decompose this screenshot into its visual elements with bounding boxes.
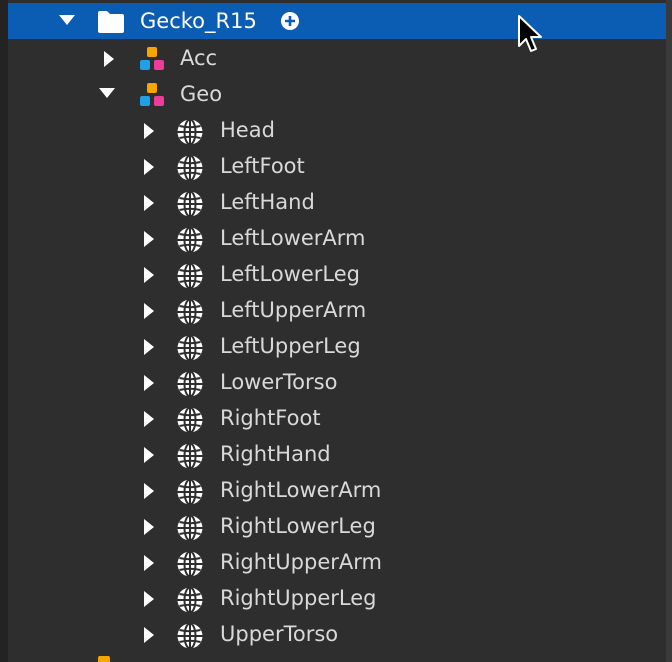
add-icon[interactable]: [280, 11, 300, 31]
globe-icon: [176, 586, 204, 614]
chevron-down-icon[interactable]: [98, 76, 115, 112]
tree-row-label: LeftFoot: [220, 154, 305, 178]
chevron-right-icon[interactable]: [142, 256, 156, 292]
tree-row-label: Acc: [180, 46, 218, 70]
tree-row-upper-torso[interactable]: UpperTorso: [8, 616, 666, 652]
globe-icon: [176, 406, 204, 434]
chevron-right-icon[interactable]: [142, 580, 156, 616]
model-icon-partial: [98, 656, 110, 662]
tree-row-partial[interactable]: [8, 652, 666, 662]
globe-icon: [176, 118, 204, 146]
chevron-right-icon[interactable]: [142, 184, 156, 220]
scrollbar-track[interactable]: [666, 0, 672, 662]
tree-row-right-lower-leg[interactable]: RightLowerLeg: [8, 508, 666, 544]
tree-row-gecko-r15[interactable]: Gecko_R15: [8, 3, 666, 39]
globe-icon: [176, 298, 204, 326]
model-icon: [138, 82, 166, 108]
globe-icon: [176, 550, 204, 578]
tree-row-right-upper-leg[interactable]: RightUpperLeg: [8, 580, 666, 616]
tree-row-left-upper-arm[interactable]: LeftUpperArm: [8, 292, 666, 328]
tree-row-right-foot[interactable]: RightFoot: [8, 400, 666, 436]
chevron-right-icon[interactable]: [142, 328, 156, 364]
tree-row-lower-torso[interactable]: LowerTorso: [8, 364, 666, 400]
tree-row-label: Gecko_R15: [140, 9, 257, 33]
chevron-right-icon[interactable]: [142, 508, 156, 544]
chevron-right-icon[interactable]: [142, 148, 156, 184]
tree-row-right-hand[interactable]: RightHand: [8, 436, 666, 472]
chevron-right-icon[interactable]: [142, 616, 156, 652]
tree-row-label: LeftLowerLeg: [220, 262, 360, 286]
model-icon: [138, 46, 166, 72]
chevron-right-icon[interactable]: [142, 112, 156, 148]
tree-row-label: RightLowerLeg: [220, 514, 376, 538]
chevron-right-icon[interactable]: [142, 292, 156, 328]
globe-icon: [176, 334, 204, 362]
tree-row-label: Head: [220, 118, 275, 142]
tree-row-left-foot[interactable]: LeftFoot: [8, 148, 666, 184]
folder-icon: [96, 10, 124, 36]
globe-icon: [176, 370, 204, 398]
globe-icon: [176, 226, 204, 254]
tree-row-label: LeftHand: [220, 190, 315, 214]
chevron-right-icon[interactable]: [142, 544, 156, 580]
tree-row-label: RightUpperLeg: [220, 586, 377, 610]
chevron-right-icon[interactable]: [142, 400, 156, 436]
chevron-right-icon[interactable]: [142, 364, 156, 400]
tree-row-left-upper-leg[interactable]: LeftUpperLeg: [8, 328, 666, 364]
tree-row-label: LowerTorso: [220, 370, 338, 394]
tree-row-geo[interactable]: Geo: [8, 76, 666, 112]
tree-row-acc[interactable]: Acc: [8, 40, 666, 76]
chevron-right-icon[interactable]: [142, 472, 156, 508]
tree-row-label: LeftLowerArm: [220, 226, 366, 250]
chevron-right-icon[interactable]: [142, 220, 156, 256]
chevron-down-icon[interactable]: [58, 3, 75, 39]
tree-row-label: UpperTorso: [220, 622, 339, 646]
tree-row-label: RightUpperArm: [220, 550, 382, 574]
tree-row-label: RightLowerArm: [220, 478, 382, 502]
mouse-cursor-icon: [518, 15, 542, 52]
globe-icon: [176, 478, 204, 506]
globe-icon: [176, 622, 204, 650]
panel-left-edge: [0, 0, 8, 662]
tree-row-left-hand[interactable]: LeftHand: [8, 184, 666, 220]
tree-row-right-upper-arm[interactable]: RightUpperArm: [8, 544, 666, 580]
tree-row-right-lower-arm[interactable]: RightLowerArm: [8, 472, 666, 508]
chevron-right-icon[interactable]: [142, 436, 156, 472]
globe-icon: [176, 154, 204, 182]
globe-icon: [176, 514, 204, 542]
globe-icon: [176, 190, 204, 218]
tree-row-label: RightFoot: [220, 406, 321, 430]
tree-row-label: Geo: [180, 82, 223, 106]
tree-row-left-lower-arm[interactable]: LeftLowerArm: [8, 220, 666, 256]
tree-row-label: LeftUpperLeg: [220, 334, 361, 358]
tree-row-head[interactable]: Head: [8, 112, 666, 148]
chevron-right-icon[interactable]: [102, 40, 116, 76]
tree-row-label: RightHand: [220, 442, 331, 466]
globe-icon: [176, 262, 204, 290]
globe-icon: [176, 442, 204, 470]
tree-row-label: LeftUpperArm: [220, 298, 367, 322]
tree-row-left-lower-leg[interactable]: LeftLowerLeg: [8, 256, 666, 292]
explorer-tree: Gecko_R15 Acc Geo Head LeftFoot LeftHand…: [0, 0, 672, 662]
